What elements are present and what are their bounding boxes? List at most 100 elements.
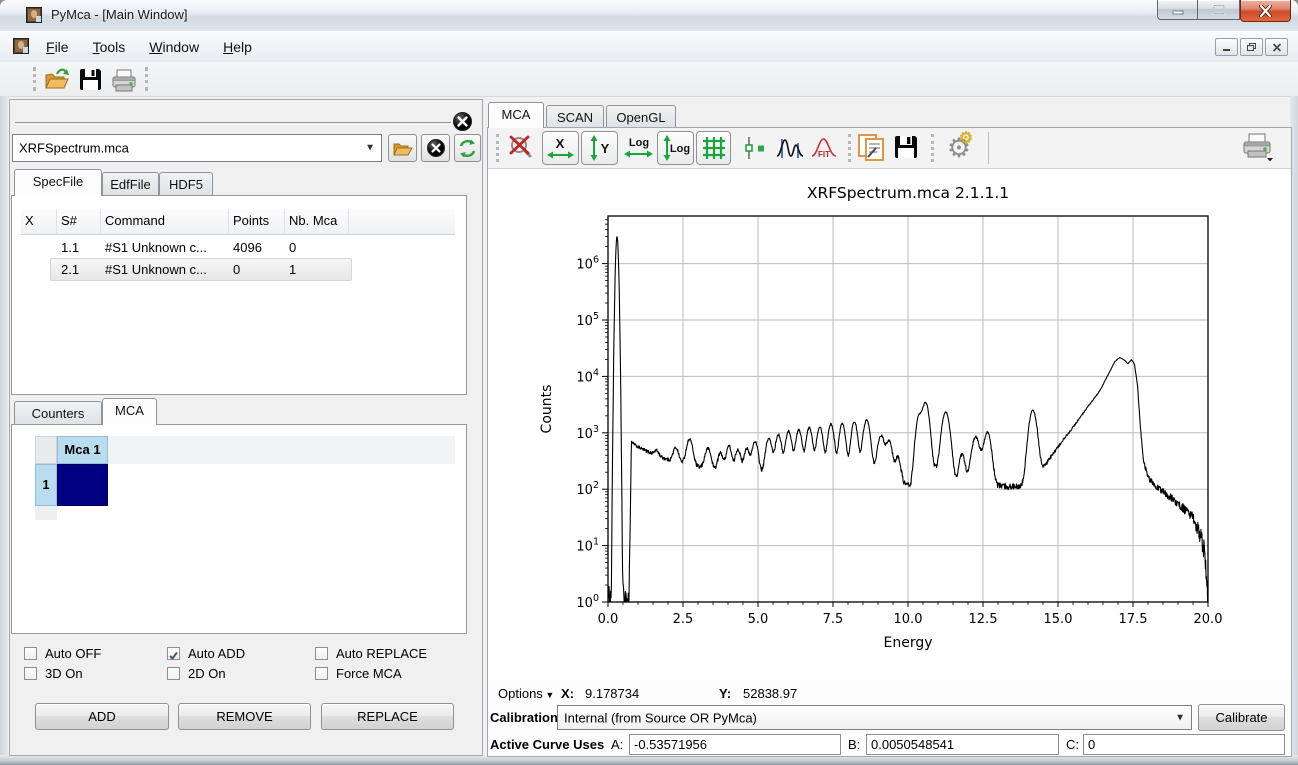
checkbox-auto-off[interactable]: [24, 647, 37, 660]
tab-hdf5[interactable]: HDF5: [159, 172, 213, 196]
col-header-s[interactable]: S#: [57, 209, 101, 235]
mdi-restore-icon: [1246, 42, 1257, 52]
open-source-button[interactable]: [388, 134, 417, 162]
source-file-value: XRFSpectrum.mca: [19, 141, 129, 156]
fit-icon[interactable]: FIT: [809, 135, 839, 161]
menu-help[interactable]: Help: [211, 34, 264, 60]
mca-row-header[interactable]: 1: [35, 464, 57, 506]
col-header-x[interactable]: X: [21, 209, 57, 235]
source-file-combobox[interactable]: XRFSpectrum.mca ▼: [12, 134, 382, 162]
mdi-minimize-button[interactable]: [1215, 38, 1238, 56]
svg-text:0.0: 0.0: [598, 612, 619, 627]
checkbox-3d-on-label: 3D On: [45, 666, 83, 681]
close-source-button[interactable]: [421, 134, 450, 162]
svg-text:Counts: Counts: [539, 385, 555, 434]
tab-mca[interactable]: MCA: [102, 398, 157, 425]
app-window: PyMca - [Main Window] File Tools: [0, 0, 1298, 765]
maximize-icon: [1212, 4, 1226, 15]
tab-scan[interactable]: SCAN: [546, 105, 604, 128]
menu-file[interactable]: File: [34, 34, 81, 60]
plot-toolbar-grip-3[interactable]: [931, 134, 937, 162]
y-log-button[interactable]: Log: [657, 131, 694, 165]
grid-button[interactable]: [696, 131, 731, 165]
cursor-y-value: 52838.97: [743, 686, 797, 701]
scan-row-2[interactable]: 2.1 #S1 Unknown c... 0 1: [21, 259, 349, 281]
small-gear-icon: ⚙: [959, 130, 973, 146]
coef-c-label: C:: [1066, 737, 1079, 752]
refresh-source-button[interactable]: [454, 134, 481, 162]
cell-x: [21, 259, 57, 281]
toolbar-grip-2[interactable]: [145, 67, 151, 91]
coef-b-label: B:: [848, 737, 860, 752]
options-button[interactable]: Options ▼: [498, 686, 554, 701]
checkbox-auto-add[interactable]: [167, 647, 180, 660]
checkbox-auto-replace[interactable]: [315, 647, 328, 660]
mdi-close-button[interactable]: [1265, 38, 1288, 56]
menu-tools[interactable]: Tools: [81, 34, 138, 60]
scan-row-1[interactable]: 1.1 #S1 Unknown c... 4096 0: [21, 237, 349, 259]
cell-s: 1.1: [57, 237, 101, 259]
copy-to-clipboard-icon[interactable]: [856, 132, 888, 164]
x-log-icon[interactable]: Log: [622, 134, 655, 162]
checkbox-force-mca[interactable]: [315, 667, 328, 680]
svg-text:Y: Y: [601, 141, 610, 156]
maximize-button[interactable]: [1197, 0, 1240, 20]
print-plot-icon[interactable]: [1240, 132, 1274, 162]
tab-edffile[interactable]: EdfFile: [102, 172, 159, 196]
close-button[interactable]: [1240, 0, 1291, 22]
checkbox-2d-on[interactable]: [167, 667, 180, 680]
replace-button[interactable]: REPLACE: [321, 703, 454, 730]
tab-mca-plot[interactable]: MCA: [488, 102, 544, 128]
grid-icon: [701, 135, 727, 161]
y-autoscale-button[interactable]: Y: [581, 131, 618, 165]
tab-counters[interactable]: Counters: [14, 401, 102, 425]
coef-a-label: A:: [611, 737, 623, 752]
save-plot-icon[interactable]: [892, 133, 920, 161]
checkbox-3d-on[interactable]: [24, 667, 37, 680]
mca-col-header[interactable]: Mca 1: [57, 436, 108, 464]
calibration-combobox[interactable]: Internal (from Source OR PyMca) ▼: [557, 705, 1192, 730]
zoom-reset-icon[interactable]: [506, 133, 536, 163]
mca-selected-cell[interactable]: [57, 464, 108, 506]
svg-text:20.0: 20.0: [1194, 612, 1223, 627]
coef-a-field[interactable]: [629, 734, 841, 755]
options-arrow-icon: ▼: [543, 690, 554, 700]
mca-table-box: Mca 1 1: [11, 424, 467, 634]
window-edge-left: [0, 96, 8, 755]
x-autoscale-button[interactable]: X: [542, 131, 579, 165]
y-autoscale-icon: Y: [585, 134, 614, 162]
mdi-minimize-icon: [1222, 43, 1232, 52]
toolbar-grip[interactable]: [33, 67, 39, 91]
plot-toolbar-grip[interactable]: [496, 134, 502, 162]
mdi-window-controls: [1215, 38, 1288, 56]
save-icon[interactable]: [78, 67, 103, 97]
tab-specfile[interactable]: SpecFile: [14, 169, 102, 196]
coef-b-field[interactable]: [866, 734, 1059, 755]
menu-window[interactable]: Window: [137, 34, 211, 60]
col-header-command[interactable]: Command: [101, 209, 229, 235]
window-title: PyMca - [Main Window]: [51, 7, 188, 22]
peaks-icon[interactable]: [775, 135, 805, 161]
plugins-gear-icon[interactable]: ⚙ ⚙: [940, 130, 978, 166]
col-header-nbmca[interactable]: Nb. Mca: [285, 209, 349, 235]
plot-canvas[interactable]: 0.02.55.07.510.012.515.017.520.010010110…: [489, 169, 1290, 679]
remove-button[interactable]: REMOVE: [178, 703, 311, 730]
cell-x: [21, 237, 57, 259]
crosshair-marker-icon[interactable]: [739, 135, 767, 161]
col-header-points[interactable]: Points: [229, 209, 285, 235]
mca-row-header-filler: [35, 506, 57, 520]
print-icon[interactable]: [110, 68, 138, 98]
minimize-button[interactable]: [1157, 0, 1197, 20]
collapsed-splitter-line[interactable]: [15, 122, 451, 123]
mdi-restore-button[interactable]: [1240, 38, 1263, 56]
scan-list-box: X S# Command Points Nb. Mca 1.1 #S1 Unkn…: [11, 195, 467, 395]
open-file-icon[interactable]: [42, 66, 72, 97]
cursor-y-label: Y:: [719, 686, 731, 701]
plot-toolbar-grip-2[interactable]: [848, 134, 854, 162]
active-curve-label: Active Curve Uses: [490, 737, 604, 752]
svg-text:102: 102: [576, 480, 599, 498]
add-button[interactable]: ADD: [35, 703, 169, 730]
coef-c-field[interactable]: [1083, 734, 1285, 755]
calibrate-button[interactable]: Calibrate: [1198, 704, 1285, 731]
tab-opengl[interactable]: OpenGL: [606, 105, 676, 128]
